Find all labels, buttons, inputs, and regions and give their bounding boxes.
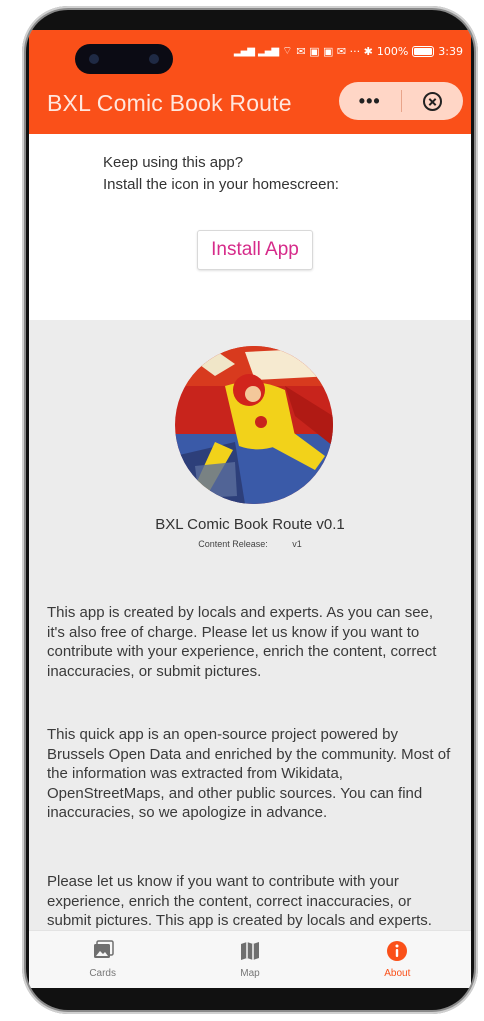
tab-map[interactable]: Map [176,931,323,988]
about-section: BXL Comic Book Route v0.1 Content Releas… [29,320,471,930]
tab-cards[interactable]: Cards [29,931,176,988]
bottom-tab-bar: Cards Map About [29,930,471,988]
signal-icon: ▂▄▆ [258,45,279,57]
app-title: BXL Comic Book Route [47,90,292,116]
tab-label: About [384,968,411,979]
tab-label: Cards [89,968,116,979]
screen: ▂▄▆ ▂▄▆ ⌔ ✉ ▣ ▣ ✉ ··· ✱ 100% 3:39 BXL Co… [29,30,471,988]
tab-about[interactable]: About [324,931,471,988]
comic-hero-logo [175,346,333,504]
mini-app-capsule: ••• [339,82,463,120]
more-button[interactable]: ••• [339,82,401,120]
content-release: Content Release: v1 [29,539,471,549]
notification-icons: ✉ ▣ ▣ ✉ ··· ✱ [296,44,373,58]
app-header: ▂▄▆ ▂▄▆ ⌔ ✉ ▣ ▣ ✉ ··· ✱ 100% 3:39 BXL Co… [29,30,471,134]
battery-percent: 100% [376,44,409,58]
release-value: v1 [292,539,302,549]
clock: 3:39 [438,44,463,58]
install-line-2: Install the icon in your homescreen: [103,176,339,193]
signal-icon: ▂▄▆ [233,45,255,57]
install-banner: Keep using this app? Install the icon in… [29,134,471,320]
install-line-1: Keep using this app? [103,154,244,171]
release-label: Content Release: [198,539,268,549]
app-version-title: BXL Comic Book Route v0.1 [155,516,345,533]
image-icon [93,940,114,958]
close-button[interactable] [402,82,464,120]
camera-cutout [75,44,173,74]
phone-bezel: ▂▄▆ ▂▄▆ ⌔ ✉ ▣ ▣ ✉ ··· ✱ 100% 3:39 BXL Co… [26,10,474,1010]
about-paragraph: This app is created by locals and expert… [47,604,437,680]
wifi-icon: ⌔ [282,44,293,57]
battery-icon [412,45,435,57]
ellipsis-icon: ••• [358,90,381,111]
app-logo [175,346,333,504]
phone-frame: ▂▄▆ ▂▄▆ ⌔ ✉ ▣ ▣ ✉ ··· ✱ 100% 3:39 BXL Co… [22,6,478,1014]
camera-lens [149,54,159,64]
info-icon [387,941,408,961]
about-paragraph: This quick app is an open-source project… [47,726,451,821]
status-bar: ▂▄▆ ▂▄▆ ⌔ ✉ ▣ ▣ ✉ ··· ✱ 100% 3:39 [234,42,463,60]
install-prompt: Keep using this app? Install the icon in… [103,152,339,196]
tab-label: Map [240,968,260,979]
about-paragraph: Please let us know if you want to contri… [47,873,432,929]
install-app-button[interactable]: Install App [197,230,313,270]
camera-lens [89,54,99,64]
map-icon [240,942,259,960]
close-circle-icon [422,91,442,111]
